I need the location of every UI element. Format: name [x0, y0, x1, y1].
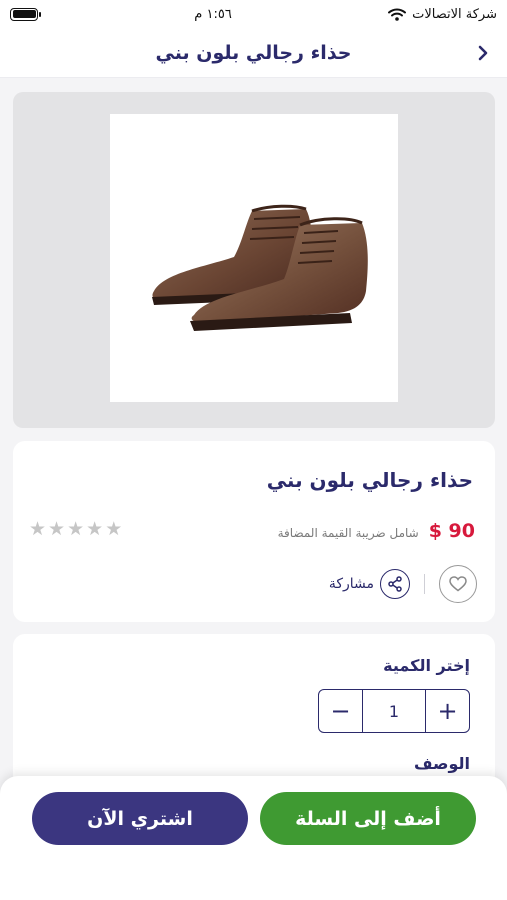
- status-time: ١:٥٦ م: [194, 6, 232, 22]
- page-title: حذاء رجالي بلون بني: [155, 41, 352, 64]
- product-image[interactable]: [110, 114, 398, 402]
- share-button[interactable]: مشاركة: [329, 569, 410, 599]
- star-icon: ★: [29, 518, 47, 540]
- quantity-stepper: − 1 +: [318, 689, 470, 733]
- rating-stars: ★ ★ ★ ★ ★: [29, 520, 122, 539]
- add-to-cart-button[interactable]: أضف إلى السلة: [260, 792, 476, 845]
- divider: [424, 574, 425, 594]
- battery-icon: [10, 7, 41, 21]
- product-image-card: [13, 92, 495, 428]
- description-label: الوصف: [413, 754, 470, 773]
- share-label: مشاركة: [328, 576, 374, 592]
- heart-icon: [449, 576, 467, 592]
- star-icon: ★: [48, 518, 66, 540]
- share-icon: [380, 569, 410, 599]
- buy-now-button[interactable]: اشتري الآن: [32, 792, 248, 845]
- bottom-action-bar: اشتري الآن أضف إلى السلة: [0, 776, 507, 900]
- decrease-quantity-button[interactable]: −: [319, 690, 363, 732]
- app-header: حذاء رجالي بلون بني: [0, 28, 507, 78]
- quantity-value: 1: [388, 701, 400, 721]
- product-price: $ 90: [428, 520, 475, 542]
- product-info-card: حذاء رجالي بلون بني $ 90 شامل ضريبة القي…: [13, 441, 495, 622]
- carrier-name: شركة الاتصالات: [412, 6, 497, 22]
- back-button[interactable]: [471, 40, 495, 66]
- product-title: حذاء رجالي بلون بني: [266, 468, 473, 492]
- star-icon: ★: [86, 518, 104, 540]
- increase-quantity-button[interactable]: +: [425, 690, 469, 732]
- product-screen: ١:٥٦ م شركة الاتصالات حذاء رجالي بلون بن…: [0, 0, 507, 900]
- product-actions: مشاركة: [329, 565, 477, 603]
- price-row: $ 90 شامل ضريبة القيمة المضافة: [278, 520, 475, 542]
- star-icon: ★: [105, 518, 123, 540]
- quantity-label: إختر الكمية: [383, 656, 470, 675]
- tax-note: شامل ضريبة القيمة المضافة: [277, 526, 419, 540]
- star-icon: ★: [67, 518, 85, 540]
- status-carrier-group: شركة الاتصالات: [388, 7, 497, 22]
- favorite-button[interactable]: [439, 565, 477, 603]
- wifi-icon: [388, 8, 407, 21]
- status-bar: ١:٥٦ م شركة الاتصالات: [0, 0, 507, 28]
- brown-boots-image: [152, 204, 368, 331]
- chevron-right-icon: [478, 45, 488, 61]
